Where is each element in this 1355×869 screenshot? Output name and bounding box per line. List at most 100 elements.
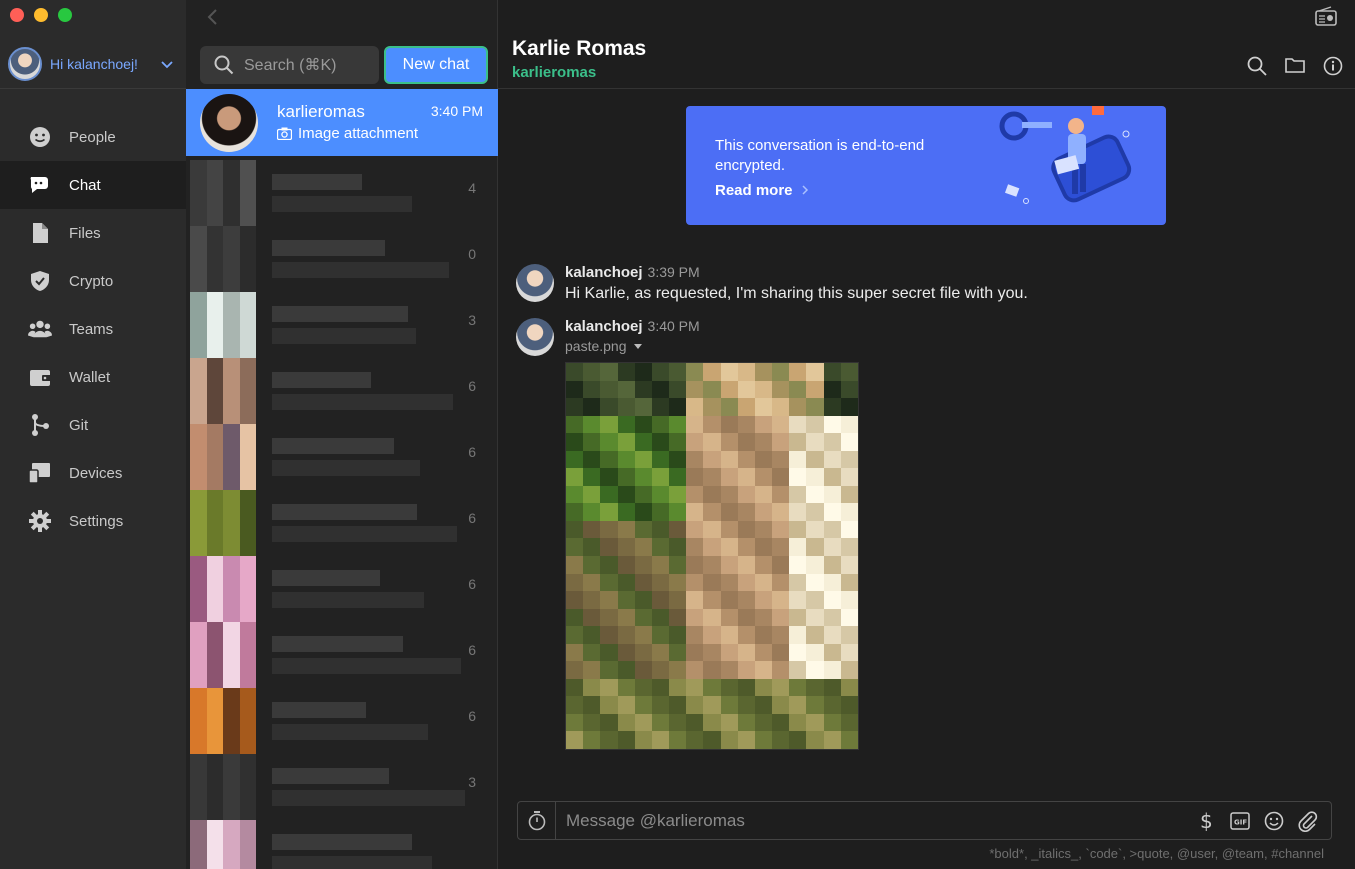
nav-item-devices[interactable]: Devices — [0, 449, 186, 497]
nav-item-people[interactable]: People — [0, 113, 186, 161]
list-item[interactable]: 0 — [190, 226, 490, 292]
conversation-name — [272, 306, 408, 322]
nav-item-crypto[interactable]: Crypto — [0, 257, 186, 305]
greeting: Hi kalanchoej! — [50, 56, 138, 72]
chevron-right-icon — [802, 185, 808, 195]
back-arrow-icon[interactable] — [206, 8, 220, 26]
blurred-conversations: 4 0 3 6 6 6 6 6 6 3 — [190, 156, 498, 869]
message-text: Hi Karlie, as requested, I'm sharing thi… — [565, 285, 1028, 302]
avatar — [190, 622, 256, 688]
chevron-down-icon — [161, 61, 173, 69]
conversation-name — [272, 438, 394, 454]
avatar — [190, 754, 256, 820]
list-item[interactable]: 6 — [190, 358, 490, 424]
avatar — [190, 556, 256, 622]
conversation-time: 3 — [468, 774, 476, 790]
nav-item-label: Git — [69, 416, 89, 434]
conversation-snippet — [272, 460, 420, 476]
conversation-name: karlieromas — [277, 102, 365, 121]
avatar — [190, 490, 256, 556]
list-item[interactable] — [190, 820, 490, 869]
camera-icon — [277, 127, 292, 140]
nav-item-label: Chat — [69, 176, 101, 194]
emoji-icon[interactable] — [1263, 810, 1285, 832]
radio-icon[interactable] — [1315, 6, 1337, 26]
new-chat-button[interactable]: New chat — [384, 46, 488, 84]
search-input[interactable]: Search (⌘K) — [200, 46, 379, 84]
avatar — [190, 424, 256, 490]
list-item[interactable]: 3 — [190, 292, 490, 358]
conversation-item-active[interactable]: karlieromas 3:40 PM Image attachment — [186, 89, 498, 156]
account-switcher[interactable]: Hi kalanchoej! — [8, 46, 180, 82]
conversation-snippet — [272, 592, 424, 608]
divider — [0, 88, 186, 89]
conversation-snippet — [272, 790, 465, 806]
avatar — [190, 820, 256, 869]
list-item[interactable]: 4 — [190, 160, 490, 226]
nav-item-files[interactable]: Files — [0, 209, 186, 257]
list-item[interactable]: 6 — [190, 622, 490, 688]
caret-down-icon — [634, 344, 643, 349]
nav-item-label: Devices — [69, 464, 123, 482]
dollar-icon[interactable]: $ — [1195, 810, 1217, 832]
info-icon[interactable] — [1323, 56, 1343, 76]
conversation-time: 6 — [468, 378, 476, 394]
conversation-snippet — [272, 526, 457, 542]
chat-username[interactable]: karlieromas — [512, 64, 596, 81]
list-item[interactable]: 6 — [190, 424, 490, 490]
nav-item-teams[interactable]: Teams — [0, 305, 186, 353]
author-name[interactable]: kalanchoej — [565, 318, 643, 335]
author-name[interactable]: kalanchoej — [565, 264, 643, 281]
folder-icon[interactable] — [1285, 56, 1305, 76]
list-item[interactable]: 6 — [190, 556, 490, 622]
conversation-name — [272, 174, 362, 190]
conversation-name — [272, 504, 417, 520]
conversation-snippet — [272, 196, 412, 212]
search-icon[interactable] — [1247, 56, 1267, 76]
conversation-time: 0 — [468, 246, 476, 262]
nav-item-label: Teams — [69, 320, 114, 338]
filename-text: paste.png — [565, 338, 627, 354]
avatar — [190, 358, 256, 424]
message-input[interactable] — [556, 802, 1195, 839]
read-more-link[interactable]: Read more — [715, 182, 809, 199]
avatar[interactable] — [516, 318, 554, 356]
minimize-window-button[interactable] — [34, 8, 48, 22]
svg-text:GIF: GIF — [1234, 818, 1247, 826]
message-author: kalanchoej 3:39 PM — [565, 264, 700, 281]
attachment-filename[interactable]: paste.png — [565, 338, 643, 354]
conversation-time: 6 — [468, 642, 476, 658]
conversation-list: Search (⌘K) New chat karlieromas 3:40 PM… — [186, 0, 498, 869]
nav-item-git[interactable]: Git — [0, 401, 186, 449]
gif-icon[interactable]: GIF — [1229, 810, 1251, 832]
conversation-snippet — [272, 262, 449, 278]
chat-title: Karlie Romas — [512, 37, 647, 60]
nav-item-wallet[interactable]: Wallet — [0, 353, 186, 401]
exploding-timer-icon[interactable] — [518, 802, 556, 839]
message: kalanchoej 3:39 PM Hi Karlie, as requeste… — [516, 264, 1116, 314]
avatar[interactable] — [516, 264, 554, 302]
window-controls — [10, 8, 72, 22]
conversation-snippet — [272, 658, 461, 674]
conversation-name — [272, 636, 403, 652]
nav-item-label: Settings — [69, 512, 124, 530]
close-window-button[interactable] — [10, 8, 24, 22]
zoom-window-button[interactable] — [58, 8, 72, 22]
nav-item-settings[interactable]: Settings — [0, 497, 186, 545]
search-icon — [214, 55, 234, 75]
image-attachment[interactable] — [565, 362, 859, 750]
list-item[interactable]: 6 — [190, 490, 490, 556]
message-composer: $ GIF — [517, 801, 1332, 840]
paperclip-icon[interactable] — [1297, 810, 1319, 832]
nav-item-chat[interactable]: Chat — [0, 161, 186, 209]
list-item[interactable]: 6 — [190, 688, 490, 754]
conversation-time: 3:40 PM — [430, 103, 483, 119]
conversation-name — [272, 372, 371, 388]
message: kalanchoej 3:40 PM paste.png — [516, 318, 916, 362]
list-item[interactable]: 3 — [190, 754, 490, 820]
avatar — [190, 292, 256, 358]
left-nav: Hi kalanchoej! People Chat Files Crypto … — [0, 0, 186, 869]
message-time: 3:40 PM — [647, 318, 700, 334]
svg-text:$: $ — [1200, 810, 1213, 832]
avatar — [190, 226, 256, 292]
